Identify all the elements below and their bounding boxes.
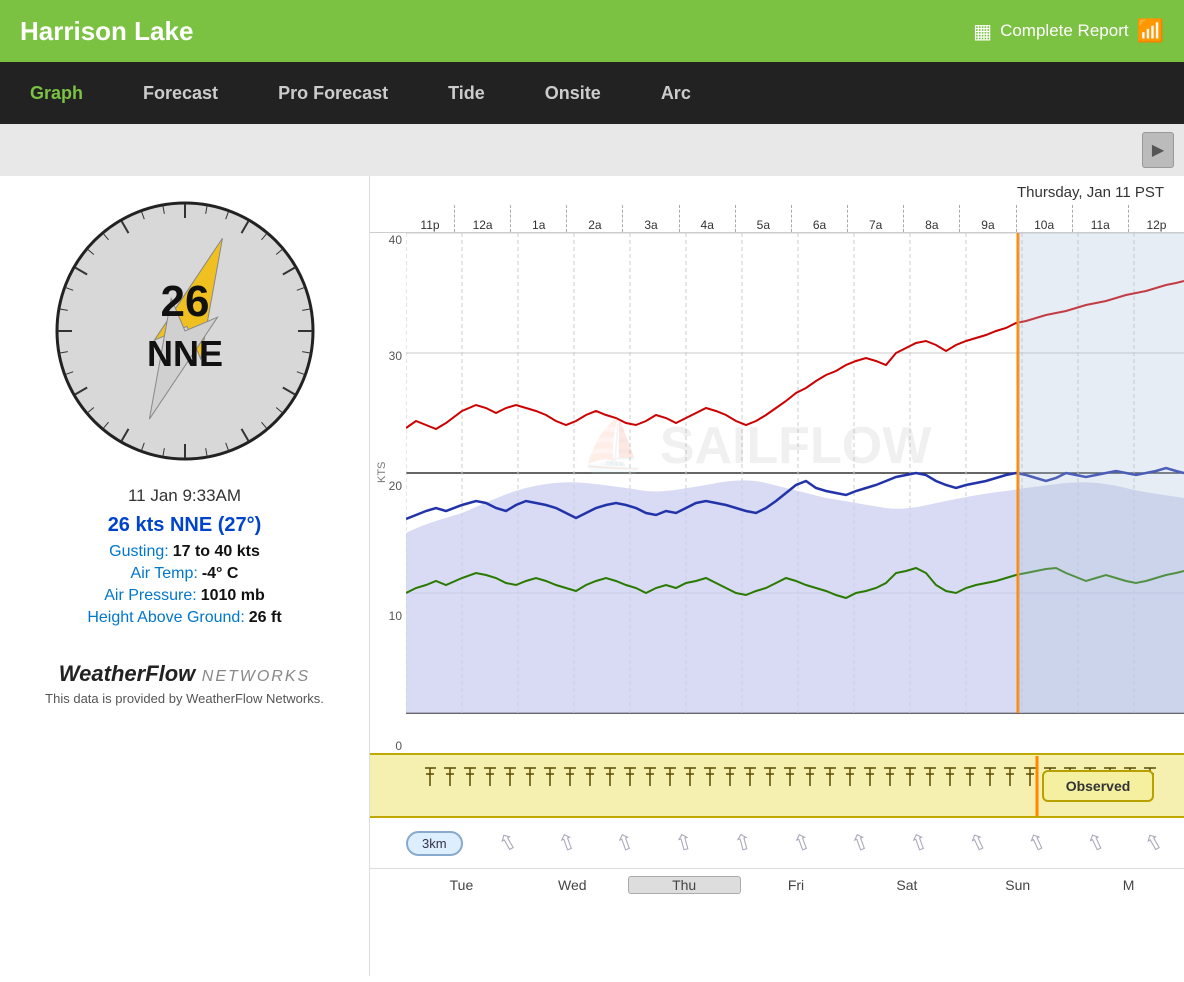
- time-label-12a: 12a: [454, 205, 510, 232]
- wind-arrows-row: Observed: [370, 753, 1184, 818]
- chart-date-label: Thursday, Jan 11 PST: [1017, 184, 1164, 201]
- day-label-sun[interactable]: Sun: [962, 877, 1073, 893]
- nav-item-tide[interactable]: Tide: [418, 62, 515, 124]
- wind-arrow-8: ⇧: [906, 828, 932, 859]
- toolbar: ▶: [0, 124, 1184, 176]
- wind-arrow-12: ⇧: [1140, 827, 1169, 859]
- weather-datetime: 11 Jan 9:33AM: [20, 486, 349, 506]
- visibility-badge[interactable]: 3km: [406, 831, 463, 856]
- chart-area: 0 10 20 30 40 KTS: [370, 233, 1184, 753]
- wind-direction-arrows: ⇧ ⇧ ⇧ ⇧ ⇧ ⇧ ⇧ ⇧ ⇧ ⇧ ⇧ ⇧: [479, 830, 1184, 856]
- day-label-mon[interactable]: M: [1073, 877, 1184, 893]
- y-label-0: 0: [370, 739, 406, 753]
- report-icon: ▦: [973, 19, 992, 44]
- nav-item-proforecast[interactable]: Pro Forecast: [248, 62, 418, 124]
- y-axis: 0 10 20 30 40 KTS: [370, 233, 406, 753]
- weatherflow-caption: This data is provided by WeatherFlow Net…: [45, 691, 324, 706]
- nav-item-onsite[interactable]: Onsite: [515, 62, 631, 124]
- vis-arrows-row: 3km ⇧ ⇧ ⇧ ⇧ ⇧ ⇧ ⇧ ⇧ ⇧ ⇧ ⇧ ⇧: [370, 818, 1184, 868]
- weather-air-pressure: Air Pressure: 1010 mb: [20, 587, 349, 605]
- day-label-fri[interactable]: Fri: [741, 877, 852, 893]
- svg-text:NNE: NNE: [146, 333, 222, 374]
- wind-arrow-6: ⇧: [789, 828, 815, 859]
- weather-gusting: Gusting: 17 to 40 kts: [20, 543, 349, 561]
- wind-arrow-10: ⇧: [1023, 827, 1051, 858]
- time-label-7a: 7a: [847, 205, 903, 232]
- height-label: Height Above Ground:: [87, 609, 244, 627]
- compass-container: 26 NNE: [50, 196, 320, 466]
- wind-arrow-7: ⇧: [848, 828, 874, 859]
- wind-arrow-1: ⇧: [493, 827, 522, 859]
- time-label-11a: 11a: [1072, 205, 1128, 232]
- time-label-6a: 6a: [791, 205, 847, 232]
- nav-item-graph[interactable]: Graph: [0, 62, 113, 124]
- wind-chart-svg: ⛵ SAILFLOW: [406, 233, 1184, 753]
- day-label-sat[interactable]: Sat: [851, 877, 962, 893]
- complete-report-button[interactable]: ▦ Complete Report 📶: [973, 18, 1164, 44]
- navigation: Graph Forecast Pro Forecast Tide Onsite …: [0, 62, 1184, 124]
- left-panel: 26 NNE 11 Jan 9:33AM 26 kts NNE (27°) Gu…: [0, 176, 370, 976]
- compass-svg: 26 NNE: [50, 196, 320, 466]
- svg-text:⛵ SAILFLOW: ⛵ SAILFLOW: [581, 415, 933, 475]
- weather-info: 11 Jan 9:33AM 26 kts NNE (27°) Gusting: …: [20, 486, 349, 631]
- nav-item-forecast[interactable]: Forecast: [113, 62, 248, 124]
- y-label-40: 40: [370, 233, 406, 247]
- wind-barbs-container: Observed: [406, 756, 1184, 816]
- time-label-10a: 10a: [1016, 205, 1072, 232]
- day-label-wed[interactable]: Wed: [517, 877, 628, 893]
- right-panel: Thursday, Jan 11 PST 11p 12a 1a 2a 3a 4a…: [370, 176, 1184, 976]
- wind-arrow-4: ⇧: [672, 828, 697, 858]
- y-axis-label: KTS: [376, 462, 388, 483]
- day-label-thu[interactable]: Thu: [628, 876, 741, 894]
- time-label-4a: 4a: [679, 205, 735, 232]
- time-label-12p: 12p: [1128, 205, 1184, 232]
- wind-arrow-3: ⇧: [612, 828, 638, 859]
- svg-text:Observed: Observed: [1066, 778, 1131, 794]
- wifi-icon: 📶: [1137, 18, 1164, 44]
- wind-barbs-svg: Observed: [425, 756, 1165, 816]
- height-value: 26 ft: [249, 609, 282, 627]
- nav-item-arc[interactable]: Arc: [631, 62, 721, 124]
- air-pressure-value: 1010 mb: [201, 587, 265, 605]
- wind-arrow-11: ⇧: [1082, 827, 1110, 858]
- time-label-8a: 8a: [903, 205, 959, 232]
- gusting-label: Gusting:: [109, 543, 169, 561]
- wind-arrow-5: ⇧: [731, 828, 756, 858]
- time-label-2a: 2a: [566, 205, 622, 232]
- weatherflow-logo: WeatherFlow NETWORKS This data is provid…: [45, 661, 324, 706]
- time-label-3a: 3a: [622, 205, 678, 232]
- air-pressure-label: Air Pressure:: [104, 587, 196, 605]
- weather-height: Height Above Ground: 26 ft: [20, 609, 349, 627]
- header: Harrison Lake ▦ Complete Report 📶: [0, 0, 1184, 62]
- y-label-30: 30: [370, 349, 406, 363]
- time-label-9a: 9a: [959, 205, 1015, 232]
- wind-arrow-9: ⇧: [964, 827, 992, 858]
- day-label-tue[interactable]: Tue: [406, 877, 517, 893]
- time-label-5a: 5a: [735, 205, 791, 232]
- time-label-11p: 11p: [406, 218, 454, 232]
- weatherflow-networks: NETWORKS: [195, 668, 310, 685]
- main-content: 26 NNE 11 Jan 9:33AM 26 kts NNE (27°) Gu…: [0, 176, 1184, 976]
- y-label-10: 10: [370, 609, 406, 623]
- report-label: Complete Report: [1000, 21, 1129, 41]
- weatherflow-branding: WeatherFlow NETWORKS: [45, 661, 324, 687]
- scroll-right-button[interactable]: ▶: [1142, 132, 1174, 168]
- weatherflow-text: WeatherFlow: [59, 661, 196, 686]
- time-label-1a: 1a: [510, 205, 566, 232]
- weather-air-temp: Air Temp: -4° C: [20, 565, 349, 583]
- wind-arrow-2: ⇧: [554, 828, 580, 859]
- page-title: Harrison Lake: [20, 16, 193, 47]
- weather-wind: 26 kts NNE (27°): [20, 514, 349, 537]
- gusting-value: 17 to 40 kts: [173, 543, 260, 561]
- air-temp-value: -4° C: [202, 565, 239, 583]
- chart-date-header: Thursday, Jan 11 PST: [370, 176, 1184, 205]
- svg-text:26: 26: [160, 277, 209, 326]
- air-temp-label: Air Temp:: [131, 565, 198, 583]
- day-axis: Tue Wed Thu Fri Sat Sun M: [370, 868, 1184, 900]
